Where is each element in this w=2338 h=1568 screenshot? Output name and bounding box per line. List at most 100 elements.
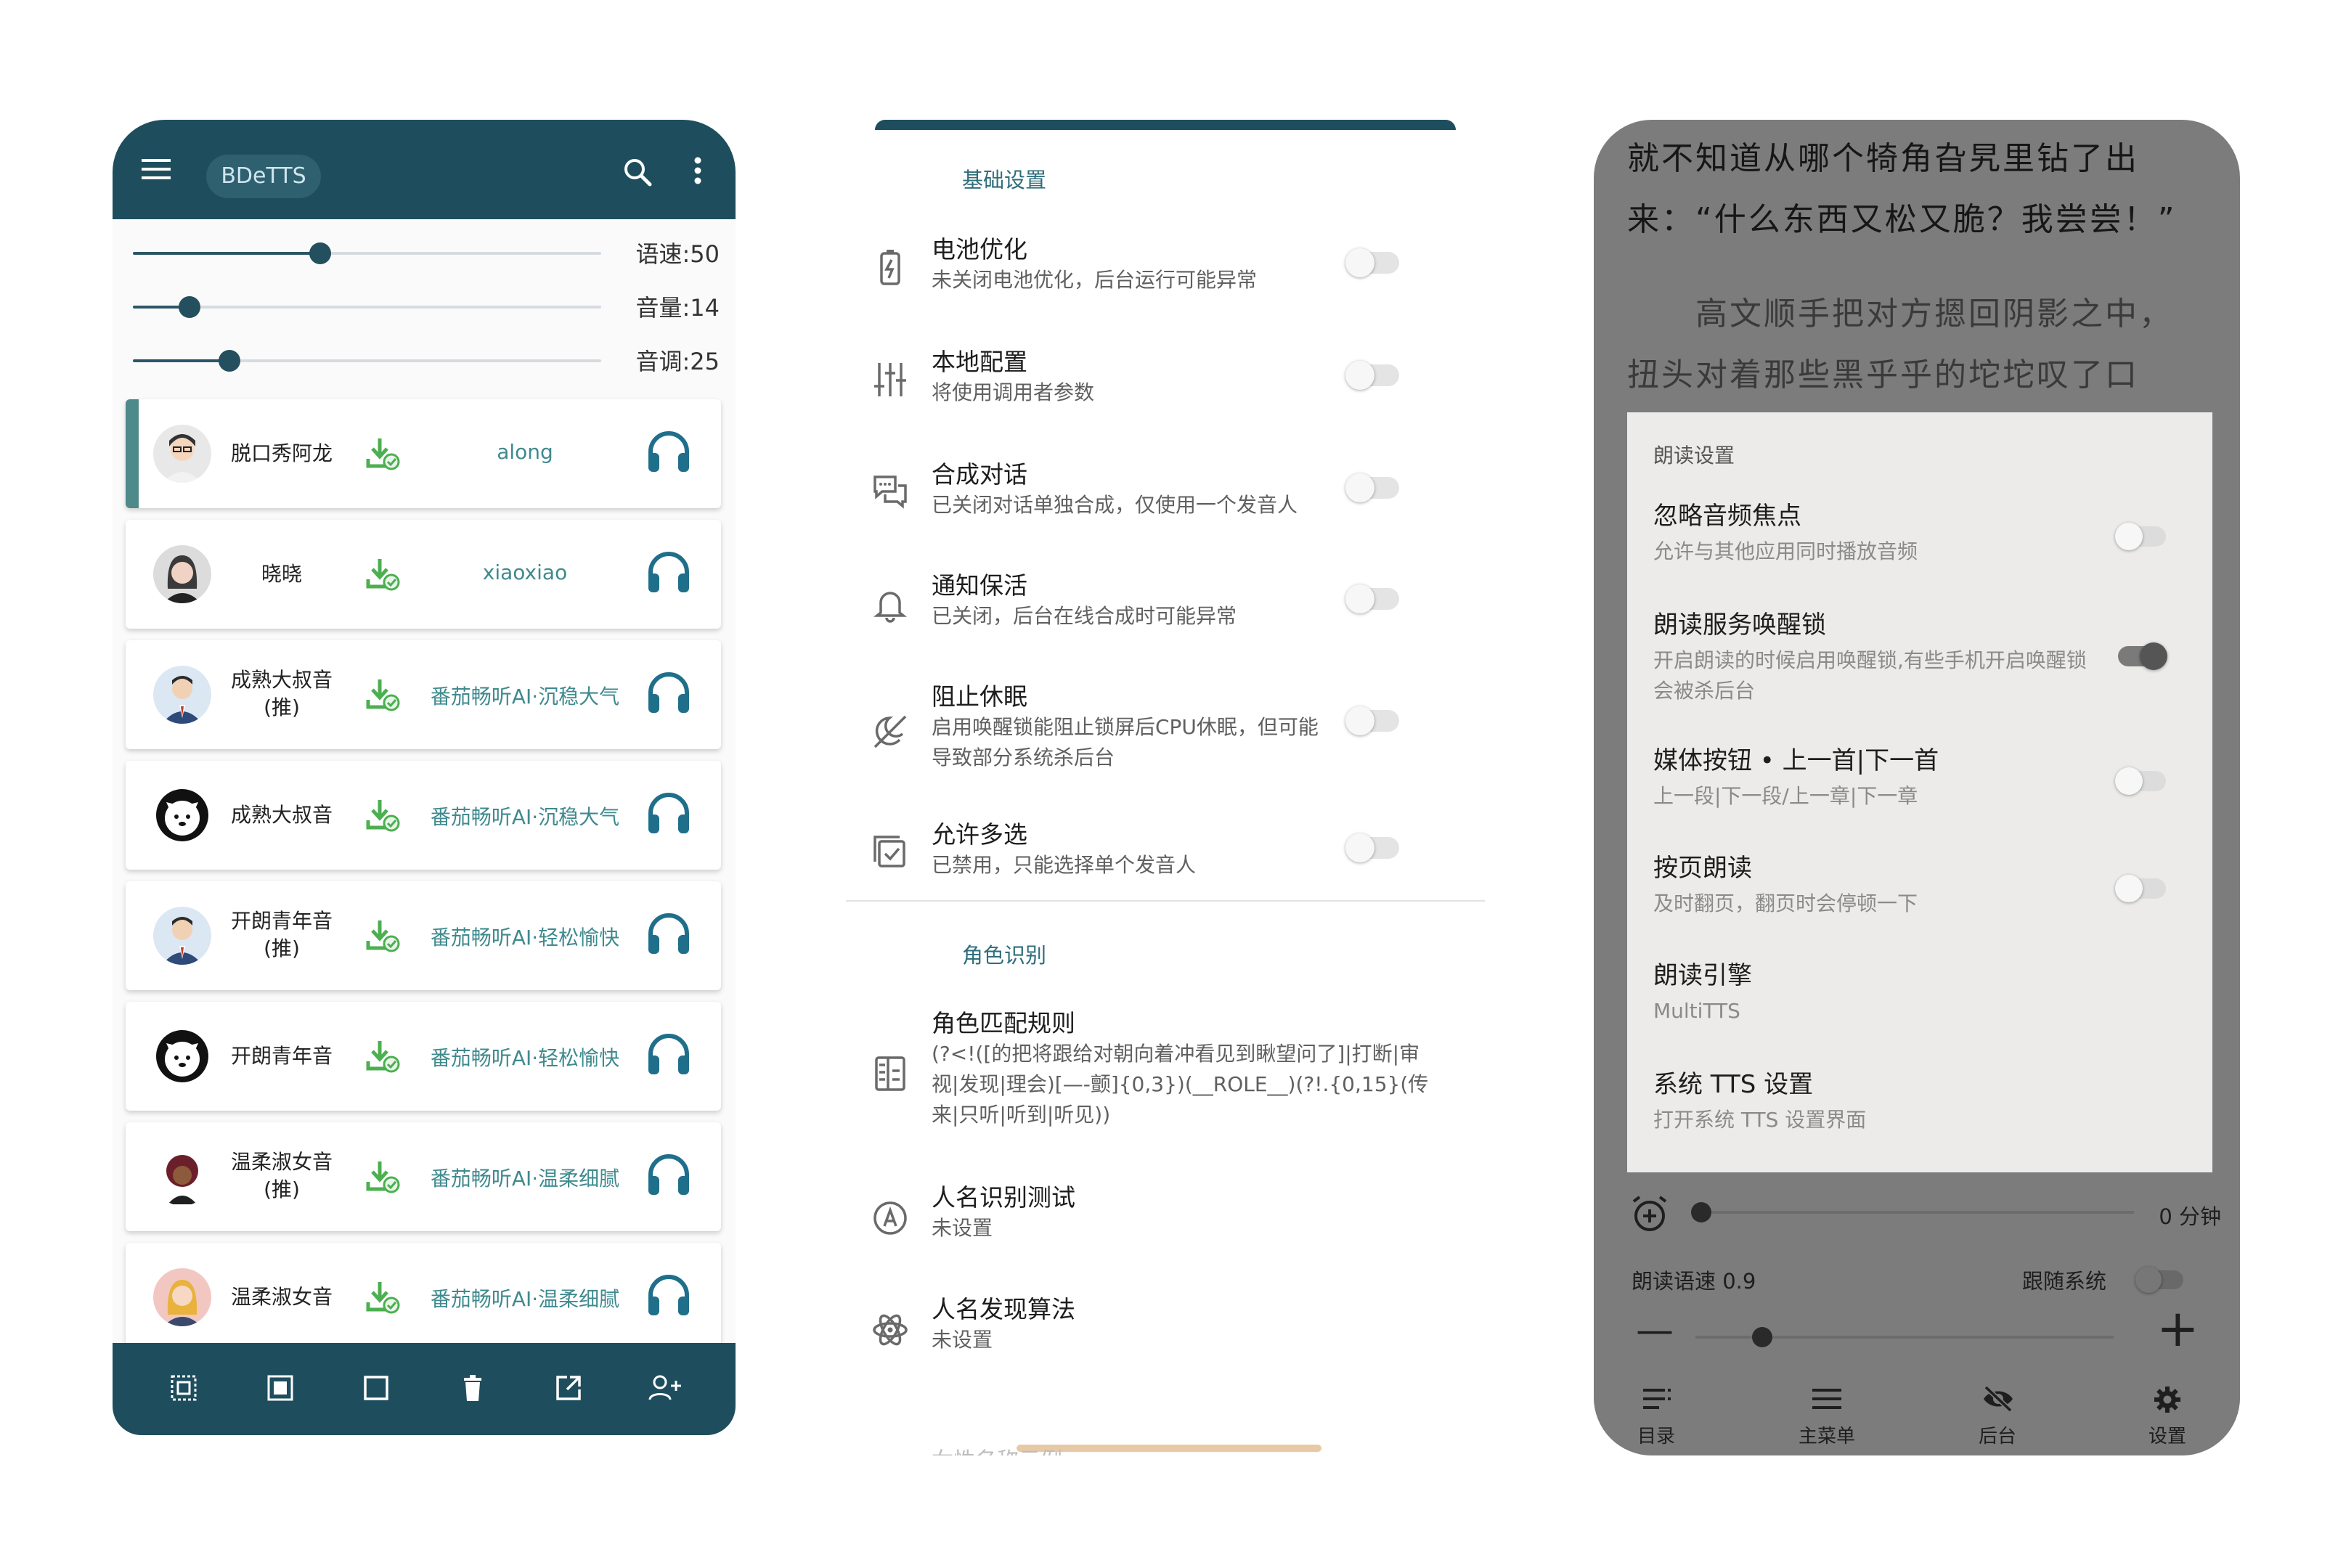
download-icon[interactable]: [365, 1281, 400, 1314]
headphone-icon[interactable]: [646, 430, 691, 473]
sheet-item-title: 媒体按钮 • 上一首|下一首: [1653, 746, 1939, 775]
download-icon[interactable]: [365, 1040, 400, 1073]
slider-thumb[interactable]: [219, 350, 240, 372]
delete-icon[interactable]: [458, 1373, 487, 1402]
headphone-icon[interactable]: [646, 1032, 691, 1076]
setting-toggle[interactable]: [1345, 584, 1399, 613]
setting-toggle[interactable]: [1345, 833, 1399, 862]
sheet-row[interactable]: 忽略音频焦点 允许与其他应用同时播放音频: [1627, 496, 2212, 597]
headphone-icon[interactable]: [646, 671, 691, 714]
timer-slider-track[interactable]: [1701, 1211, 2134, 1214]
sheet-item-title: 系统 TTS 设置: [1653, 1070, 1814, 1099]
decrease-speed-button[interactable]: —: [1636, 1312, 1674, 1349]
setting-toggle[interactable]: [1345, 473, 1399, 502]
setting-title: 阻止休眠: [932, 682, 1027, 711]
voice-id: 番茄畅听AI·沉稳大气: [430, 685, 620, 709]
slider-thumb[interactable]: [179, 296, 200, 318]
sheet-toggle[interactable]: [2115, 875, 2166, 902]
follow-system-toggle[interactable]: [2135, 1267, 2183, 1293]
sheet-row[interactable]: 朗读引擎 MultiTTS: [1627, 955, 2212, 1057]
timer-slider-thumb[interactable]: [1691, 1202, 1711, 1222]
download-icon[interactable]: [365, 1160, 400, 1193]
setting-title: 电池优化: [932, 235, 1027, 264]
voice-card[interactable]: 开朗青年音 番茄畅听AI·轻松愉快: [126, 1002, 721, 1111]
timer-icon[interactable]: [1630, 1194, 1669, 1233]
battery-icon: [871, 248, 910, 287]
export-icon[interactable]: [554, 1373, 583, 1402]
slider-fill: [133, 359, 229, 362]
download-icon[interactable]: [365, 919, 400, 952]
sleep-off-icon: [871, 712, 910, 751]
sheet-row[interactable]: 媒体按钮 • 上一首|下一首 上一段|下一段/上一章|下一章: [1627, 740, 2212, 842]
download-icon[interactable]: [365, 678, 400, 711]
slider-label: 音量:14: [635, 294, 720, 322]
voice-avatar: [153, 1027, 211, 1085]
voice-card[interactable]: 晓晓 xiaoxiao: [126, 520, 721, 629]
gesture-bar[interactable]: [1017, 1445, 1321, 1452]
setting-row[interactable]: 允许多选 已禁用，只能选择单个发音人: [846, 815, 1485, 917]
slider-thumb[interactable]: [309, 242, 331, 264]
download-icon[interactable]: [365, 799, 400, 832]
setting-toggle[interactable]: [1345, 706, 1399, 735]
settings-screen: 基础设置 电池优化 未关闭电池优化，后台运行可能异常 本地配置 将使用调用者参数 合成对话…: [846, 120, 1485, 1455]
voice-card[interactable]: 成熟大叔音 (推) 番茄畅听AI·沉稳大气: [126, 640, 721, 749]
deselect-icon[interactable]: [362, 1373, 391, 1402]
sheet-item-title: 按页朗读: [1653, 854, 1752, 883]
headphone-icon[interactable]: [646, 791, 691, 835]
increase-speed-button[interactable]: +: [2156, 1303, 2199, 1354]
voice-card[interactable]: 温柔淑女音 番茄畅听AI·温柔细腻: [126, 1243, 721, 1352]
setting-row[interactable]: 合成对话 已关闭对话单独合成，仅使用一个发音人: [846, 455, 1485, 557]
read-aloud-settings-sheet: 朗读设置 忽略音频焦点 允许与其他应用同时播放音频 朗读服务唤醒锁 开启朗读的时候启用…: [1627, 412, 2212, 1172]
headphone-icon[interactable]: [646, 912, 691, 955]
download-icon[interactable]: [365, 437, 400, 470]
voice-id: 番茄畅听AI·温柔细腻: [430, 1167, 620, 1191]
top-edge: [875, 120, 1456, 130]
add-voice-icon[interactable]: [648, 1373, 682, 1402]
hamburger-menu-icon[interactable]: [142, 156, 171, 182]
setting-row[interactable]: 人名发现算法 未设置: [846, 1290, 1485, 1377]
voice-card[interactable]: 成熟大叔音 番茄畅听AI·沉稳大气: [126, 761, 721, 870]
voice-id: 番茄畅听AI·温柔细腻: [430, 1287, 620, 1311]
select-all-icon[interactable]: [169, 1373, 198, 1402]
setting-title: 本地配置: [932, 348, 1027, 376]
sheet-row[interactable]: 系统 TTS 设置 打开系统 TTS 设置界面: [1627, 1064, 2212, 1166]
setting-row[interactable]: 通知保活 已关闭，后台在线合成时可能异常: [846, 566, 1485, 668]
voice-card[interactable]: 脱口秀阿龙 along: [126, 399, 721, 508]
reader-line: 扭头对着那些黑乎乎的坨坨叹了口: [1627, 356, 2139, 393]
setting-row[interactable]: 阻止休眠 启用唤醒锁能阻止锁屏后CPU休眠，但可能导致部分系统杀后台: [846, 677, 1485, 779]
setting-row[interactable]: 本地配置 将使用调用者参数: [846, 343, 1485, 444]
headphone-icon[interactable]: [646, 550, 691, 594]
setting-row[interactable]: 人名识别测试 未设置: [846, 1178, 1485, 1265]
sheet-toggle[interactable]: [2118, 642, 2167, 670]
headphone-icon[interactable]: [646, 1153, 691, 1196]
setting-subtitle: 已关闭，后台在线合成时可能异常: [932, 604, 1237, 628]
voice-name: 脱口秀阿龙: [230, 441, 333, 465]
speed-slider-thumb[interactable]: [1752, 1327, 1773, 1347]
overflow-menu-icon[interactable]: [693, 156, 702, 185]
nav-label: 主菜单: [1798, 1426, 1855, 1447]
sheet-item-title: 朗读服务唤醒锁: [1653, 611, 1826, 640]
headphone-icon[interactable]: [646, 1273, 691, 1317]
sheet-row[interactable]: 按页朗读 及时翻页，翻页时会停顿一下: [1627, 848, 2212, 950]
toggle-thumb: [1345, 833, 1374, 862]
sheet-toggle[interactable]: [2115, 767, 2166, 795]
speed-label: 朗读语速 0.9: [1632, 1269, 1756, 1294]
setting-toggle[interactable]: [1345, 361, 1399, 390]
voice-avatar: [153, 1148, 211, 1206]
voice-card[interactable]: 开朗青年音 (推) 番茄畅听AI·轻松愉快: [126, 881, 721, 990]
reader-line: 就不知道从哪个犄角旮旯里钻了出: [1627, 140, 2139, 177]
search-icon[interactable]: [623, 158, 652, 187]
setting-toggle[interactable]: [1345, 248, 1399, 277]
download-icon[interactable]: [365, 558, 400, 591]
toggle-thumb: [2115, 523, 2143, 550]
setting-row[interactable]: 角色匹配规则 (?<!([的把将跟给对朝向着冲看见到瞅望问了]|打断|审视|发现|…: [846, 1004, 1485, 1149]
section-header: 角色识别: [962, 943, 1047, 968]
select-inverse-icon[interactable]: [266, 1373, 295, 1402]
slider-track[interactable]: [133, 306, 601, 309]
bell-icon: [871, 584, 910, 623]
voice-card[interactable]: 温柔淑女音 (推) 番茄畅听AI·温柔细腻: [126, 1122, 721, 1231]
sheet-row[interactable]: 朗读服务唤醒锁 开启朗读的时候启用唤醒锁,有些手机开启唤醒锁会被杀后台: [1627, 605, 2212, 706]
setting-row[interactable]: 电池优化 未关闭电池优化，后台运行可能异常: [846, 230, 1485, 332]
sheet-toggle[interactable]: [2115, 523, 2166, 550]
nav-label: 目录: [1637, 1426, 1675, 1447]
